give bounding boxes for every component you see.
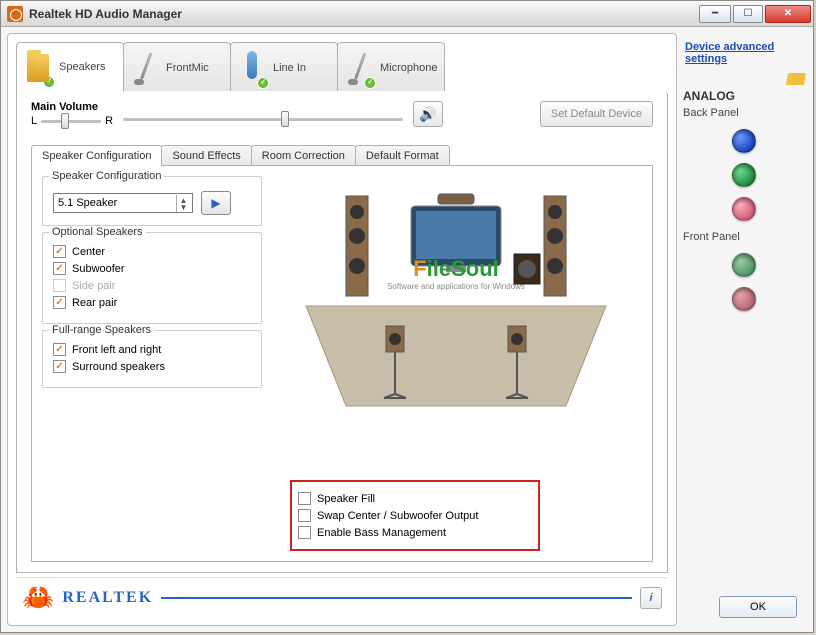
check-badge-icon [364, 77, 376, 89]
checkbox-icon [53, 343, 66, 356]
slider-thumb[interactable] [281, 111, 289, 127]
mic-icon [344, 49, 376, 87]
app-icon [7, 6, 23, 22]
mic-icon [130, 49, 162, 87]
tab-frontmic[interactable]: FrontMic [123, 42, 231, 92]
analog-heading: ANALOG [683, 89, 805, 103]
jack-front-pink[interactable] [732, 287, 756, 311]
slider-thumb[interactable] [61, 113, 69, 129]
checkbox-center[interactable]: Center [53, 245, 251, 258]
titlebar[interactable]: Realtek HD Audio Manager ━ ☐ ✕ [1, 1, 813, 27]
main-volume-label: Main Volume [31, 101, 113, 113]
speaker-diagram [286, 176, 626, 426]
optional-speakers-fieldset: Optional Speakers Center Subwoofer Side … [42, 232, 262, 324]
checkbox-icon [53, 245, 66, 258]
checkbox-icon [53, 262, 66, 275]
content-area: Speakers FrontMic Line In Microphone [1, 27, 813, 632]
tab-microphone[interactable]: Microphone [337, 42, 445, 92]
balance-slider[interactable] [41, 120, 101, 123]
speaker-config-fieldset: Speaker Configuration 5.1 Speaker ▲▼ ▶ [42, 176, 262, 226]
checkbox-front-lr[interactable]: Front left and right [53, 343, 251, 356]
ok-button[interactable]: OK [719, 596, 797, 618]
back-panel-label: Back Panel [683, 107, 805, 119]
check-badge-icon [43, 76, 55, 88]
fieldset-legend: Optional Speakers [49, 226, 146, 238]
checkbox-icon [298, 509, 311, 522]
front-panel-label: Front Panel [683, 231, 805, 243]
left-controls: Speaker Configuration 5.1 Speaker ▲▼ ▶ O… [42, 176, 262, 551]
checkbox-sidepair: Side pair [53, 279, 251, 292]
tab-speakers[interactable]: Speakers [16, 42, 124, 92]
checkbox-icon [298, 526, 311, 539]
checkbox-rearpair[interactable]: Rear pair [53, 296, 251, 309]
checkbox-icon [53, 296, 66, 309]
checkbox-swap-center-sub[interactable]: Swap Center / Subwoofer Output [298, 509, 478, 522]
realtek-logo-icon: 🦀 [22, 582, 54, 613]
tab-label: FrontMic [166, 62, 209, 74]
brand-bar: 🦀 REALTEK i [16, 577, 668, 617]
set-default-button[interactable]: Set Default Device [540, 101, 653, 127]
combo-value: 5.1 Speaker [58, 197, 117, 209]
tab-room-correction[interactable]: Room Correction [251, 145, 356, 166]
jack-front-green[interactable] [732, 253, 756, 277]
checkbox-subwoofer[interactable]: Subwoofer [53, 262, 251, 275]
checkbox-surround[interactable]: Surround speakers [53, 360, 251, 373]
jack-blue[interactable] [732, 129, 756, 153]
brand-text: REALTEK [62, 589, 153, 607]
fieldset-legend: Speaker Configuration [49, 170, 164, 182]
volume-slider[interactable] [123, 118, 403, 121]
checkbox-icon [53, 279, 66, 292]
checkbox-icon [298, 492, 311, 505]
tab-linein[interactable]: Line In [230, 42, 338, 92]
inner-tabs: Speaker Configuration Sound Effects Room… [31, 145, 653, 166]
linein-icon [237, 49, 269, 87]
highlight-box: Speaker Fill Swap Center / Subwoofer Out… [290, 480, 540, 551]
balance-left-label: L [31, 115, 37, 127]
main-panel: Speakers FrontMic Line In Microphone [7, 33, 677, 626]
check-badge-icon [257, 77, 269, 89]
tab-speaker-configuration[interactable]: Speaker Configuration [31, 145, 162, 166]
balance-block: Main Volume L R [31, 101, 113, 127]
folder-icon[interactable] [786, 73, 806, 85]
main-volume-row: Main Volume L R 🔊 Set Default Device [31, 101, 653, 127]
brand-divider [161, 597, 632, 599]
tab-content: Main Volume L R 🔊 Set Default Device [16, 91, 668, 573]
close-button[interactable]: ✕ [765, 5, 811, 23]
tab-sound-effects[interactable]: Sound Effects [161, 145, 251, 166]
fieldset-legend: Full-range Speakers [49, 324, 154, 336]
fullrange-speakers-fieldset: Full-range Speakers Front left and right… [42, 330, 262, 388]
checkbox-icon [53, 360, 66, 373]
jack-pink[interactable] [732, 197, 756, 221]
side-panel: Device advanced settings ANALOG Back Pan… [681, 33, 807, 626]
checkbox-speaker-fill[interactable]: Speaker Fill [298, 492, 478, 505]
tab-label: Microphone [380, 62, 437, 74]
window-title: Realtek HD Audio Manager [29, 7, 697, 21]
watermark: FileSoul Software and applications for W… [387, 256, 525, 291]
maximize-button[interactable]: ☐ [733, 5, 763, 23]
checkbox-bass-mgmt[interactable]: Enable Bass Management [298, 526, 478, 539]
minimize-button[interactable]: ━ [699, 5, 731, 23]
tab-default-format[interactable]: Default Format [355, 145, 450, 166]
device-advanced-link[interactable]: Device advanced settings [683, 37, 805, 69]
speaker-config-combo[interactable]: 5.1 Speaker ▲▼ [53, 193, 193, 213]
jack-green[interactable] [732, 163, 756, 187]
speakers-icon [23, 48, 55, 86]
spinner-icon[interactable]: ▲▼ [176, 195, 190, 212]
inner-body: Speaker Configuration 5.1 Speaker ▲▼ ▶ O… [31, 165, 653, 562]
info-button[interactable]: i [640, 587, 662, 609]
mute-button[interactable]: 🔊 [413, 101, 443, 127]
play-button[interactable]: ▶ [201, 191, 231, 215]
balance-right-label: R [105, 115, 113, 127]
device-tabs: Speakers FrontMic Line In Microphone [16, 42, 668, 92]
app-window: Realtek HD Audio Manager ━ ☐ ✕ Speakers … [0, 0, 814, 633]
tab-label: Line In [273, 62, 306, 74]
tab-label: Speakers [59, 61, 105, 73]
